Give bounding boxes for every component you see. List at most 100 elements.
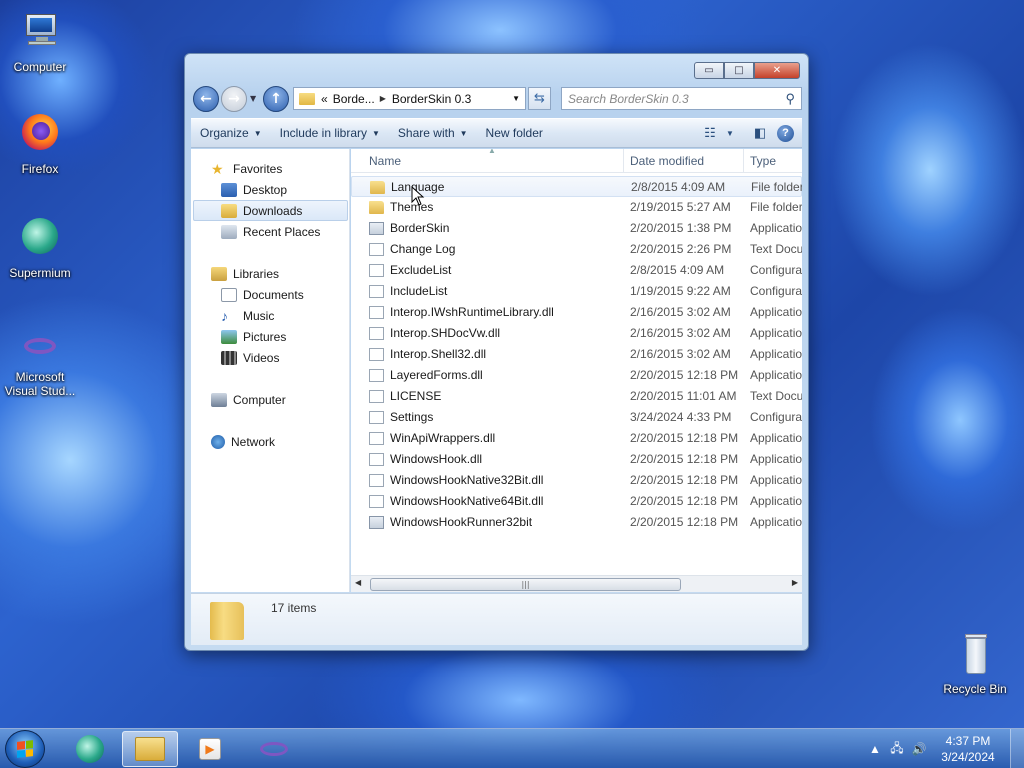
column-separator[interactable] xyxy=(743,149,744,173)
taskbar-supermium[interactable] xyxy=(62,731,118,767)
view-options-icon[interactable]: ☷ xyxy=(697,125,723,141)
minimize-icon: ▭ xyxy=(704,65,714,76)
system-tray: ▲ 🖧 🔊 4:37 PM 3/24/2024 xyxy=(864,729,1024,768)
file-name: LICENSE xyxy=(390,389,442,403)
recent-pages-dropdown[interactable]: ▼ xyxy=(250,94,256,103)
taskbar-visual-studio[interactable] xyxy=(246,731,302,767)
show-hidden-icons-icon[interactable]: ▲ xyxy=(864,742,886,756)
file-row[interactable]: Interop.IWshRuntimeLibrary.dll 2/16/2015 … xyxy=(351,302,802,323)
column-name[interactable]: Name xyxy=(369,154,401,168)
start-button[interactable] xyxy=(5,730,45,768)
search-input[interactable]: Search BorderSkin 0.3 ⚲ xyxy=(561,87,802,110)
maximize-button[interactable]: □ xyxy=(724,62,754,79)
file-list[interactable]: ▲ Name Date modified Type Language 2/8/20… xyxy=(351,149,802,592)
organize-button[interactable]: Organize ▼ xyxy=(191,126,271,140)
file-row[interactable]: WindowsHookNative64Bit.dll 2/20/2015 12:1… xyxy=(351,491,802,512)
desktop-icon-supermium[interactable]: Supermium xyxy=(0,216,80,280)
explorer-window[interactable]: ▭ □ ✕ ← → ▼ ↑ « Borde... ▶ BorderSkin 0.… xyxy=(184,53,809,651)
file-row[interactable]: Interop.SHDocVw.dll 2/16/2015 3:02 AM Appl… xyxy=(351,323,802,344)
nav-computer-label: Computer xyxy=(233,392,286,407)
nav-desktop[interactable]: Desktop xyxy=(221,179,287,200)
help-icon[interactable]: ? xyxy=(777,124,794,142)
chevron-down-icon: ▼ xyxy=(459,128,468,138)
file-icon xyxy=(369,264,384,277)
preview-pane-icon[interactable]: ◧ xyxy=(747,125,773,141)
desktop-icon-computer[interactable]: Computer xyxy=(0,10,80,74)
items-count: 17 items xyxy=(271,601,317,615)
file-row[interactable]: LICENSE 2/20/2015 11:01 AM Text Document xyxy=(351,386,802,407)
close-button[interactable]: ✕ xyxy=(754,62,800,79)
taskbar-media-player[interactable]: ▶ xyxy=(182,731,238,767)
file-row[interactable]: Interop.Shell32.dll 2/16/2015 3:02 AM Appl… xyxy=(351,344,802,365)
forward-button[interactable]: → xyxy=(221,86,247,112)
breadcrumb-separator-icon[interactable]: ▶ xyxy=(380,94,386,103)
file-row[interactable]: Change Log 2/20/2015 2:26 PM Text Document xyxy=(351,239,802,260)
file-row[interactable]: Settings 3/24/2024 4:33 PM Configuration xyxy=(351,407,802,428)
column-date-modified[interactable]: Date modified xyxy=(630,154,704,168)
file-name: Interop.SHDocVw.dll xyxy=(390,326,501,340)
include-in-library-button[interactable]: Include in library ▼ xyxy=(271,126,389,140)
scroll-right-icon[interactable]: ▶ xyxy=(792,578,798,587)
sort-ascending-icon: ▲ xyxy=(488,149,496,155)
scrollbar-thumb[interactable]: ||| xyxy=(370,578,681,591)
scroll-left-icon[interactable]: ◀ xyxy=(355,578,361,587)
taskbar-explorer[interactable] xyxy=(122,731,178,767)
nav-videos[interactable]: Videos xyxy=(221,347,279,368)
view-dropdown-icon[interactable]: ▼ xyxy=(723,129,737,138)
network-icon[interactable]: 🖧 xyxy=(886,739,908,760)
up-button[interactable]: ↑ xyxy=(263,86,289,112)
nav-pictures-label: Pictures xyxy=(243,329,287,344)
share-with-label: Share with xyxy=(397,126,455,140)
file-row[interactable]: WindowsHook.dll 2/20/2015 12:18 PM Applica… xyxy=(351,449,802,470)
volume-icon[interactable]: 🔊 xyxy=(908,742,930,756)
address-dropdown-icon[interactable]: ▼ xyxy=(512,94,520,103)
breadcrumb-parent[interactable]: Borde... xyxy=(333,92,375,106)
address-bar[interactable]: « Borde... ▶ BorderSkin 0.3 ▼ xyxy=(293,87,526,110)
nav-network[interactable]: Network xyxy=(211,431,275,452)
refresh-button[interactable]: ⇆ xyxy=(528,87,551,110)
column-type[interactable]: Type xyxy=(750,154,776,168)
breadcrumb-current[interactable]: BorderSkin 0.3 xyxy=(392,92,471,106)
file-row[interactable]: BorderSkin 2/20/2015 1:38 PM Application xyxy=(351,218,802,239)
nav-downloads[interactable]: Downloads xyxy=(193,200,348,221)
file-date-modified: 2/20/2015 12:18 PM xyxy=(630,452,739,466)
nav-computer[interactable]: Computer xyxy=(211,389,286,410)
file-row[interactable]: WinApiWrappers.dll 2/20/2015 12:18 PM Appl… xyxy=(351,428,802,449)
desktop-icon-label: Computer xyxy=(13,60,67,74)
back-button[interactable]: ← xyxy=(193,86,219,112)
firefox-icon xyxy=(16,112,64,160)
share-with-button[interactable]: Share with ▼ xyxy=(389,126,477,140)
window-controls: ▭ □ ✕ xyxy=(694,62,800,79)
file-row[interactable]: WindowsHookRunner32bit 2/20/2015 12:18 PM… xyxy=(351,512,802,533)
nav-pictures[interactable]: Pictures xyxy=(221,326,286,347)
column-separator[interactable] xyxy=(623,149,624,173)
file-type: Configuration xyxy=(750,284,802,298)
media-player-icon: ▶ xyxy=(199,738,221,760)
desktop-icon-visual-studio[interactable]: Microsoft Visual Stud... xyxy=(0,330,80,398)
minimize-button[interactable]: ▭ xyxy=(694,62,724,79)
file-row[interactable]: ExcludeList 2/8/2015 4:09 AM Configuration xyxy=(351,260,802,281)
show-desktop-button[interactable] xyxy=(1010,729,1024,768)
chevron-down-icon: ▼ xyxy=(372,128,380,138)
nav-documents[interactable]: Documents xyxy=(221,284,304,305)
desktop-icon xyxy=(221,182,237,197)
address-overflow-chevron[interactable]: « xyxy=(321,92,328,106)
file-name: Settings xyxy=(390,410,434,424)
file-name: Interop.Shell32.dll xyxy=(390,347,487,361)
nav-recent-places[interactable]: Recent Places xyxy=(221,221,320,242)
file-row[interactable]: IncludeList 1/19/2015 9:22 AM Configuratio… xyxy=(351,281,802,302)
nav-favorites[interactable]: ★ Favorites xyxy=(211,158,282,179)
nav-libraries[interactable]: Libraries xyxy=(211,263,279,284)
search-icon[interactable]: ⚲ xyxy=(785,91,795,107)
nav-music[interactable]: ♪ Music xyxy=(221,305,274,326)
file-row[interactable]: WindowsHookNative32Bit.dll 2/20/2015 12:1… xyxy=(351,470,802,491)
file-name: WindowsHook.dll xyxy=(390,452,483,466)
file-type: Application xyxy=(750,221,802,235)
new-folder-button[interactable]: New folder xyxy=(477,126,552,140)
file-icon xyxy=(369,348,384,361)
desktop-icon-recycle-bin[interactable]: Recycle Bin xyxy=(935,630,1015,696)
clock[interactable]: 4:37 PM 3/24/2024 xyxy=(930,733,1006,765)
desktop-icon-firefox[interactable]: Firefox xyxy=(0,112,80,176)
horizontal-scrollbar[interactable]: ◀ ||| ▶ xyxy=(351,575,802,592)
file-row[interactable]: LayeredForms.dll 2/20/2015 12:18 PM Applic… xyxy=(351,365,802,386)
